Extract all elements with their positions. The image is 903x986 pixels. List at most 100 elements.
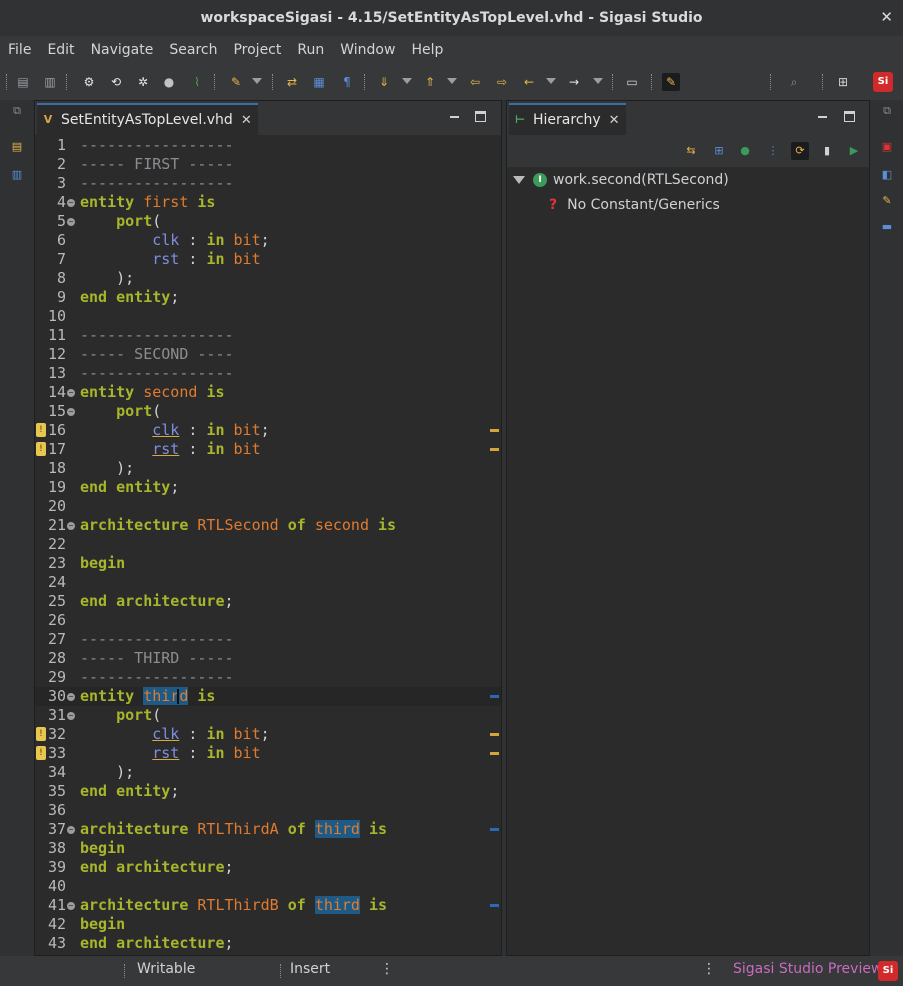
fold-toggle-icon[interactable]: −	[67, 693, 75, 701]
tree-item-root[interactable]: I work.second(RTLSecond)	[513, 169, 729, 191]
simulate-icon[interactable]: ⟲	[107, 73, 125, 91]
back-icon[interactable]: ←	[520, 73, 538, 91]
code-text[interactable]: begin	[80, 554, 125, 573]
console-icon[interactable]: ▬	[880, 220, 894, 234]
pin-icon[interactable]: ▮	[818, 142, 836, 160]
overview-warning-marker[interactable]	[490, 733, 499, 736]
maximize-button[interactable]	[475, 111, 486, 122]
fold-toggle-icon[interactable]: −	[67, 199, 75, 207]
code-text[interactable]: port(	[80, 402, 161, 421]
sigasi-perspective-icon[interactable]: Si	[873, 72, 893, 92]
next-annotation-icon[interactable]: ⇓	[375, 73, 393, 91]
overview-occurrence-marker[interactable]	[490, 828, 499, 831]
code-text[interactable]: entity first is	[80, 193, 215, 212]
outline-icon[interactable]: ◧	[880, 168, 894, 182]
dropdown-arrow-icon[interactable]	[447, 78, 457, 84]
dropdown-arrow-icon[interactable]	[252, 78, 262, 84]
libraries-icon[interactable]: ▥	[10, 168, 24, 182]
menu-file[interactable]: File	[0, 36, 39, 64]
refresh-icon[interactable]: ⟳	[791, 142, 809, 160]
dropdown-arrow-icon[interactable]	[402, 78, 412, 84]
code-text[interactable]: rst : in bit	[80, 250, 260, 269]
open-type-icon[interactable]: ⇄	[283, 73, 301, 91]
code-text[interactable]: clk : in bit;	[80, 725, 269, 744]
code-text[interactable]: port(	[80, 212, 161, 231]
code-text[interactable]: rst : in bit	[80, 744, 260, 763]
code-text[interactable]: clk : in bit;	[80, 231, 269, 250]
overview-occurrence-marker[interactable]	[490, 695, 499, 698]
expand-toggle-icon[interactable]	[513, 176, 525, 184]
code-text[interactable]: begin	[80, 839, 125, 858]
forward-icon[interactable]: →	[565, 73, 583, 91]
menu-run[interactable]: Run	[289, 36, 332, 64]
code-text[interactable]: );	[80, 459, 134, 478]
maximize-button[interactable]	[844, 111, 855, 122]
sigasi-logo[interactable]: Si	[878, 961, 898, 981]
fold-toggle-icon[interactable]: −	[67, 389, 75, 397]
fold-toggle-icon[interactable]: −	[67, 522, 75, 530]
code-text[interactable]: end entity;	[80, 782, 179, 801]
menu-window[interactable]: Window	[332, 36, 403, 64]
minimize-button[interactable]	[817, 111, 829, 123]
code-text[interactable]: entity third is	[80, 687, 215, 706]
code-text[interactable]: );	[80, 269, 134, 288]
terminal-icon[interactable]: ▭	[623, 73, 641, 91]
tab-hierarchy[interactable]: ⊢ Hierarchy ✕	[509, 103, 626, 135]
code-text[interactable]: end architecture;	[80, 934, 234, 953]
toggle-direction-icon[interactable]: ⇆	[682, 142, 700, 160]
run-icon[interactable]: ⚙	[80, 73, 98, 91]
edit-mode-icon[interactable]: ✎	[662, 73, 680, 91]
dropdown-arrow-icon[interactable]	[593, 78, 603, 84]
pilcrow-icon[interactable]: ¶	[338, 73, 356, 91]
overview-warning-marker[interactable]	[490, 448, 499, 451]
restore-icon[interactable]: ⧉	[880, 104, 894, 118]
code-text[interactable]: -----------------	[80, 174, 234, 193]
problems-icon[interactable]: ▣	[880, 140, 894, 154]
outline-icon[interactable]: ▦	[310, 73, 328, 91]
simulate-icon[interactable]: ▶	[845, 142, 863, 160]
code-text[interactable]: );	[80, 763, 134, 782]
save-icon[interactable]: ▤	[14, 73, 32, 91]
fold-toggle-icon[interactable]: −	[67, 826, 75, 834]
menu-search[interactable]: Search	[161, 36, 225, 64]
expand-all-icon[interactable]: ⊞	[710, 142, 728, 160]
debug-icon[interactable]: ✲	[134, 73, 152, 91]
next-edit-icon[interactable]: ⇨	[493, 73, 511, 91]
project-explorer-icon[interactable]: ▤	[10, 140, 24, 154]
menu-project[interactable]: Project	[225, 36, 289, 64]
code-text[interactable]: begin	[80, 915, 125, 934]
status-menu-icon[interactable]: ⋮	[702, 961, 716, 977]
overview-warning-marker[interactable]	[490, 752, 499, 755]
overview-warning-marker[interactable]	[490, 429, 499, 432]
stop-icon[interactable]: ●	[160, 73, 178, 91]
status-menu-icon[interactable]: ⋮	[380, 961, 394, 977]
save-all-icon[interactable]: ▥	[41, 73, 59, 91]
tab-setentityastoplevel[interactable]: V SetEntityAsTopLevel.vhd ✕	[37, 103, 258, 135]
menu-edit[interactable]: Edit	[39, 36, 82, 64]
fold-toggle-icon[interactable]: −	[67, 902, 75, 910]
code-text[interactable]: end architecture;	[80, 858, 234, 877]
menu-navigate[interactable]: Navigate	[83, 36, 162, 64]
code-text[interactable]: clk : in bit;	[80, 421, 269, 440]
restore-icon[interactable]: ⧉	[10, 104, 24, 118]
code-text[interactable]: -----------------	[80, 630, 234, 649]
search-icon[interactable]: ⌕	[785, 73, 803, 91]
set-top-icon[interactable]: ●	[736, 142, 754, 160]
code-text[interactable]: ----- THIRD -----	[80, 649, 234, 668]
fold-toggle-icon[interactable]: −	[67, 218, 75, 226]
fold-toggle-icon[interactable]: −	[67, 408, 75, 416]
code-text[interactable]: ----- FIRST -----	[80, 155, 234, 174]
code-text[interactable]: port(	[80, 706, 161, 725]
minimize-button[interactable]	[449, 111, 461, 123]
code-area[interactable]: 1 ----------------- 2 ----- FIRST ----- 3 ---…	[35, 135, 501, 955]
perspective-icon[interactable]: ⊞	[834, 73, 852, 91]
code-text[interactable]: architecture RTLThirdB of third is	[80, 896, 387, 915]
fold-toggle-icon[interactable]: −	[67, 712, 75, 720]
tree-item-generics[interactable]: ? No Constant/Generics	[549, 194, 720, 216]
code-text[interactable]: end entity;	[80, 478, 179, 497]
code-text[interactable]: end architecture;	[80, 592, 234, 611]
window-close-button[interactable]: ✕	[880, 8, 893, 26]
code-text[interactable]: -----------------	[80, 136, 234, 155]
code-text[interactable]: architecture RTLSecond of second is	[80, 516, 396, 535]
filter-icon[interactable]: ⋮	[764, 142, 782, 160]
